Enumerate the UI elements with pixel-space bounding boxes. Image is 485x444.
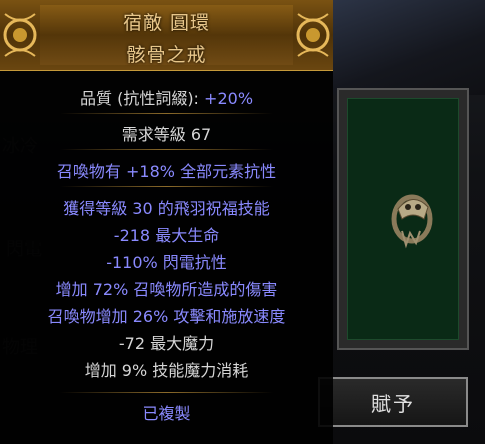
separator [60, 113, 273, 114]
quality-label: 品質 (抗性詞綴): [79, 89, 199, 108]
scene-backdrop [333, 0, 485, 95]
give-button[interactable]: 賦予 [318, 377, 468, 427]
implicit-mod: 召喚物有 +18% 全部元素抗性 [56, 162, 277, 181]
separator [60, 186, 273, 187]
mirrored-tag: 已複製 [142, 404, 191, 423]
explicit-mod: 召喚物增加 26% 攻擊和施放速度 [47, 307, 286, 326]
explicit-mod: 增加 9% 技能魔力消耗 [84, 361, 249, 380]
requirement-value: 67 [190, 125, 212, 144]
explicit-mod: -218 最大生命 [113, 226, 220, 245]
explicit-mod: 增加 72% 召喚物所造成的傷害 [55, 280, 278, 299]
explicit-mod: 獲得等級 30 的飛羽祝福技能 [63, 199, 270, 218]
separator [60, 149, 273, 150]
item-name: 宿敵 圓環 [122, 12, 211, 34]
explicit-mod: -110% 閃電抗性 [106, 253, 227, 272]
quality-line: 品質 (抗性詞綴): +20% [0, 85, 333, 109]
requirement-label: 需求等級 [121, 125, 186, 144]
item-art-slot[interactable] [347, 98, 459, 340]
separator [60, 392, 273, 393]
explicit-mod: -72 最大魔力 [118, 334, 215, 353]
item-art-panel [337, 88, 469, 350]
item-tooltip: 宿敵 圓環 骸骨之戒 品質 (抗性詞綴): +20% 需求等級 67 召喚物有 … [0, 0, 333, 444]
bone-ring-icon [391, 194, 433, 249]
requirement-line: 需求等級 67 [0, 121, 333, 145]
item-header: 宿敵 圓環 骸骨之戒 [0, 0, 333, 71]
item-base-type: 骸骨之戒 [126, 44, 207, 66]
quality-value: +20% [204, 89, 254, 108]
